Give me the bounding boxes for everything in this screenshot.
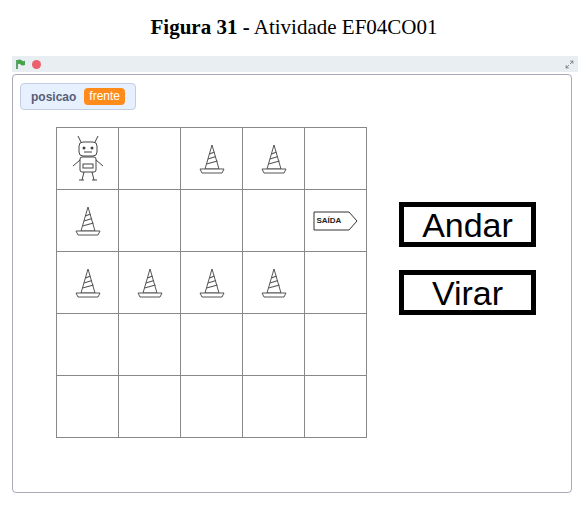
grid-cell xyxy=(56,251,119,314)
grid-cell xyxy=(118,375,181,438)
stop-icon[interactable] xyxy=(32,60,41,69)
scratch-player: posicao frente SAÍDA Andar Virar xyxy=(12,56,578,493)
variable-monitor: posicao frente xyxy=(20,83,136,110)
grid-cell xyxy=(180,375,243,438)
green-flag-icon[interactable] xyxy=(16,59,26,69)
grid-row xyxy=(57,314,367,376)
command-button[interactable]: Andar xyxy=(399,202,536,247)
grid-cell xyxy=(56,127,119,190)
grid-cell xyxy=(304,313,367,376)
grid-cell xyxy=(56,375,119,438)
page: Figura 31 - Atividade EF04CO01 posicao fre… xyxy=(0,0,588,509)
exit-sign: SAÍDA xyxy=(313,210,359,232)
cone-icon xyxy=(259,266,289,300)
grid-cell xyxy=(180,251,243,314)
grid-row xyxy=(57,252,367,314)
grid-row xyxy=(57,128,367,190)
grid-cell xyxy=(242,375,305,438)
grid-cell xyxy=(304,251,367,314)
cone-icon xyxy=(73,266,103,300)
variable-value: frente xyxy=(84,88,125,105)
grid-cell xyxy=(242,251,305,314)
cone-icon xyxy=(135,266,165,300)
grid-cell xyxy=(56,313,119,376)
cone-icon xyxy=(197,142,227,176)
grid-cell xyxy=(304,127,367,190)
command-button[interactable]: Virar xyxy=(399,270,536,315)
cone-icon xyxy=(259,142,289,176)
stage: posicao frente SAÍDA Andar Virar xyxy=(12,74,572,493)
fullscreen-icon[interactable] xyxy=(565,60,574,69)
grid-cell xyxy=(242,189,305,252)
grid-cell xyxy=(118,251,181,314)
cone-icon xyxy=(197,266,227,300)
robot-icon xyxy=(68,134,108,184)
grid-row xyxy=(57,376,367,438)
grid-cell xyxy=(180,127,243,190)
grid-row: SAÍDA xyxy=(57,190,367,252)
cone-icon xyxy=(73,204,103,238)
grid-cell xyxy=(180,189,243,252)
grid-cell xyxy=(242,127,305,190)
figure-caption: Figura 31 - Atividade EF04CO01 xyxy=(0,0,588,56)
player-header xyxy=(12,56,578,72)
grid-cell xyxy=(118,189,181,252)
grid-cell xyxy=(118,127,181,190)
grid-cell xyxy=(56,189,119,252)
grid-cell xyxy=(118,313,181,376)
grid-cell xyxy=(242,313,305,376)
grid-cell xyxy=(180,313,243,376)
grid: SAÍDA xyxy=(56,127,367,438)
grid-cell: SAÍDA xyxy=(304,189,367,252)
grid-cell xyxy=(304,375,367,438)
variable-name: posicao xyxy=(31,88,76,106)
